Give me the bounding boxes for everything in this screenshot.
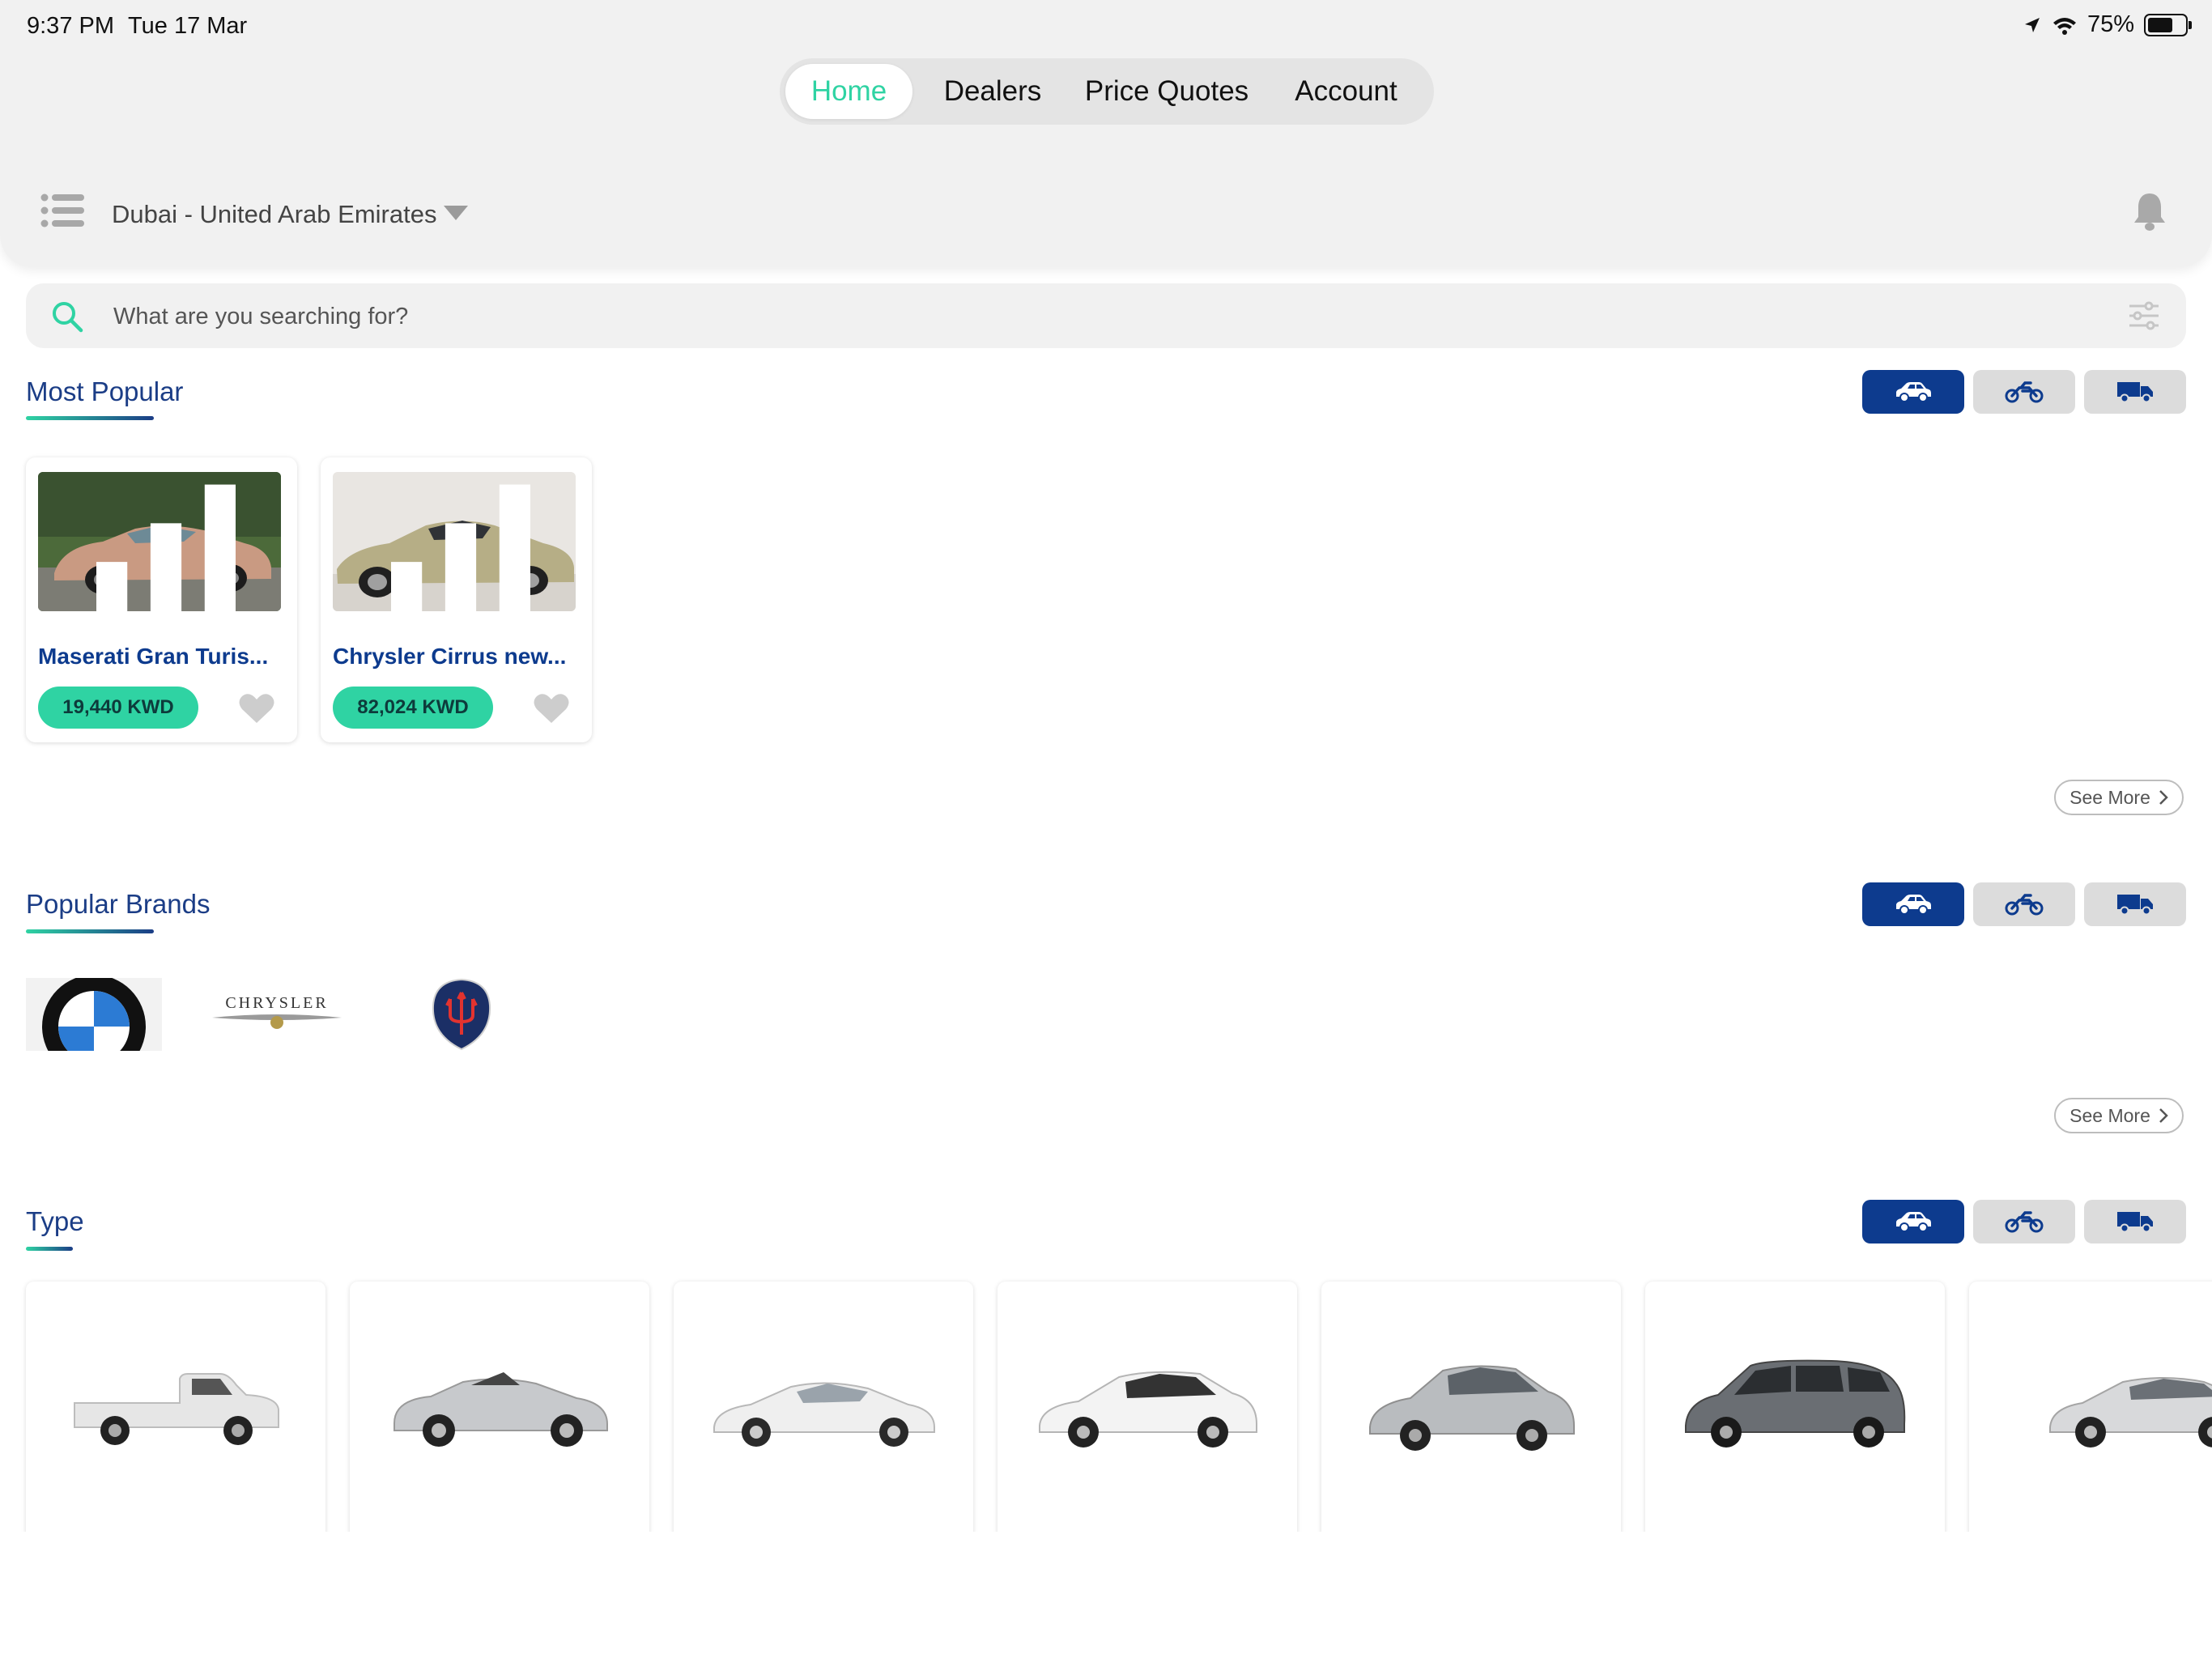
product-image[interactable] — [333, 472, 576, 611]
section-title-type: Type — [26, 1206, 84, 1236]
bell-icon[interactable] — [2132, 191, 2167, 232]
truck-icon — [2117, 1212, 2153, 1233]
price-badge: 82,024 KWD — [333, 687, 493, 729]
toggle-motorcycle[interactable] — [1973, 882, 2075, 926]
truck-icon — [2117, 382, 2153, 403]
wifi-icon — [2052, 17, 2076, 35]
toggle-truck[interactable] — [2084, 1200, 2186, 1244]
type-card-coupe[interactable] — [674, 1282, 973, 1541]
chevron-right-icon — [2159, 1108, 2168, 1123]
toggle-truck[interactable] — [2084, 882, 2186, 926]
section-underline — [26, 929, 154, 933]
see-more-button[interactable]: See More — [2054, 780, 2184, 815]
product-card[interactable]: Maserati Gran Turis... 19,440 KWD — [26, 457, 297, 742]
product-name[interactable]: Chrysler Cirrus new... — [333, 644, 576, 670]
product-name[interactable]: Maserati Gran Turis... — [38, 644, 281, 670]
favorite-heart-icon[interactable] — [238, 692, 275, 725]
section-underline — [26, 416, 154, 420]
see-more-label: See More — [2069, 1104, 2150, 1126]
price-badge: 19,440 KWD — [38, 687, 198, 729]
pickup-truck-illustration — [74, 1373, 279, 1445]
see-more-label: See More — [2069, 786, 2150, 808]
main-nav: Home Dealers Price Quotes Account — [780, 58, 1434, 125]
truck-icon — [2117, 895, 2153, 916]
type-card-hatchback[interactable] — [998, 1282, 1297, 1541]
toggle-car[interactable] — [1862, 1200, 1964, 1244]
caret-down-icon[interactable] — [444, 206, 468, 220]
content-end-area — [0, 1532, 2212, 1658]
maserati-logo-icon — [432, 978, 491, 1051]
section-title-most-popular: Most Popular — [26, 376, 184, 406]
product-card[interactable]: Chrysler Cirrus new... 82,024 KWD — [321, 457, 592, 742]
toggle-motorcycle[interactable] — [1973, 370, 2075, 414]
type-card-convertible[interactable] — [350, 1282, 649, 1541]
chrysler-logo-icon: CHRYSLER — [212, 994, 342, 1029]
type-card-van[interactable] — [1645, 1282, 1945, 1541]
battery-icon — [2144, 13, 2192, 36]
tab-home[interactable]: Home — [785, 64, 912, 119]
brand-logo-bmw[interactable] — [26, 978, 162, 1051]
car-icon — [1896, 895, 1931, 915]
motorcycle-icon — [2005, 894, 2044, 916]
brand-logo-chrysler[interactable]: CHRYSLER — [199, 978, 355, 1051]
status-time: 9:37 PM — [27, 13, 114, 39]
van-illustration — [1685, 1359, 1906, 1448]
battery-fill — [2148, 17, 2172, 32]
coupe-illustration — [713, 1382, 935, 1447]
toggle-truck[interactable] — [2084, 370, 2186, 414]
type-card-pickup[interactable] — [26, 1282, 325, 1541]
toggle-car[interactable] — [1862, 370, 1964, 414]
motorcycle-icon — [2005, 1211, 2044, 1233]
tab-price-quotes[interactable]: Price Quotes — [1073, 64, 1261, 119]
convertible-illustration — [393, 1372, 608, 1447]
car-icon — [1896, 382, 1931, 402]
status-indicators: 75% — [2023, 11, 2192, 38]
car-icon — [1896, 1212, 1931, 1232]
views-bars-icon — [96, 484, 236, 611]
tab-account[interactable]: Account — [1267, 64, 1425, 119]
motorcycle-icon — [2005, 381, 2044, 403]
section-underline — [26, 1247, 73, 1251]
luxury-sedan-illustration — [2049, 1377, 2212, 1448]
type-card-luxury[interactable] — [1969, 1282, 2212, 1541]
product-image[interactable] — [38, 472, 281, 611]
filter-sliders-icon[interactable] — [2128, 300, 2160, 332]
views-bars-icon — [391, 484, 530, 611]
chevron-right-icon — [2159, 790, 2168, 805]
brand-logo-maserati[interactable] — [421, 978, 502, 1051]
toggle-car[interactable] — [1862, 882, 1964, 926]
search-icon — [53, 302, 83, 333]
toggle-motorcycle[interactable] — [1973, 1200, 2075, 1244]
favorite-heart-icon[interactable] — [533, 692, 570, 725]
battery-percent: 75% — [2087, 11, 2134, 37]
search-input[interactable] — [112, 291, 2058, 342]
type-card-sedan[interactable] — [1321, 1282, 1621, 1541]
status-bar: 9:37 PM Tue 17 Mar 75% — [0, 0, 2212, 52]
search-bar — [26, 283, 2186, 348]
header-panel: 9:37 PM Tue 17 Mar 75% Home Dealers Pric… — [0, 0, 2212, 267]
tab-dealers[interactable]: Dealers — [919, 64, 1066, 119]
location-arrow-icon — [2024, 17, 2040, 32]
location-selector[interactable]: Dubai - United Arab Emirates — [112, 200, 436, 229]
status-date: Tue 17 Mar — [128, 13, 248, 39]
see-more-button[interactable]: See More — [2054, 1098, 2184, 1133]
hatchback-illustration — [1039, 1371, 1257, 1448]
sedan-illustration — [1369, 1365, 1575, 1451]
section-title-popular-brands: Popular Brands — [26, 889, 211, 919]
menu-list-icon[interactable] — [40, 193, 84, 228]
bmw-logo-icon — [42, 978, 146, 1051]
svg-text:CHRYSLER: CHRYSLER — [225, 994, 328, 1012]
